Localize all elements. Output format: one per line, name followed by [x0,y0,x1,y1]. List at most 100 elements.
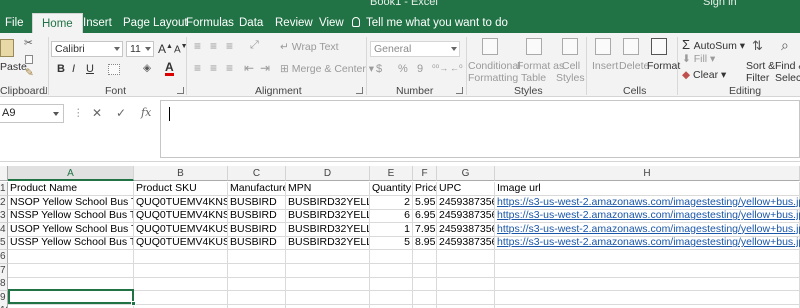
delete-cells-button[interactable]: Delete [619,60,649,72]
decrease-indent-icon[interactable]: ⇤ [244,61,254,75]
paste-button[interactable]: Paste [0,61,27,73]
column-title-cell[interactable]: UPC [437,182,495,196]
tab-file[interactable]: File [5,13,24,33]
data-cell[interactable]: https://s3-us-west-2.amazonaws.com/image… [495,222,800,237]
empty-cell[interactable] [228,304,286,308]
align-left-icon[interactable]: ≡ [194,61,201,75]
empty-cell[interactable] [134,277,228,292]
empty-cell[interactable] [437,250,495,264]
empty-cell[interactable] [134,250,228,264]
column-title-cell[interactable]: Product SKU [134,182,228,196]
find-select-button[interactable]: Find &Select [775,60,800,84]
format-as-table-icon[interactable] [526,38,542,55]
empty-cell[interactable] [370,250,413,264]
underline-button[interactable]: U [86,63,94,75]
find-select-icon[interactable]: ⌕ [781,37,789,54]
insert-cells-icon[interactable] [595,38,611,55]
empty-cell[interactable] [370,290,413,305]
autosum-button[interactable]: Σ AutoSum ▾ [682,37,745,52]
tab-formulas[interactable]: Formulas [186,13,234,33]
percent-button[interactable]: % [398,63,408,75]
column-header-f[interactable]: F [413,166,437,181]
formula-input[interactable] [160,100,800,158]
tab-data[interactable]: Data [239,13,263,33]
data-cell[interactable]: BUSBIRD32YELLOW [286,209,370,224]
wrap-text-button[interactable]: ↵ Wrap Text [280,41,339,53]
column-header-d[interactable]: D [286,166,370,181]
conditional-formatting-icon[interactable] [482,38,498,55]
tab-page-layout[interactable]: Page Layout [123,13,188,33]
number-launcher-icon[interactable] [456,87,463,94]
sort-filter-button[interactable]: Sort & Filter [746,60,775,84]
column-header-e[interactable]: E [370,166,413,181]
currency-button[interactable]: $ [376,63,382,75]
empty-cell[interactable] [413,277,437,292]
empty-cell[interactable] [437,304,495,308]
row-header-2[interactable]: 2 [0,195,8,210]
empty-cell[interactable] [413,304,437,308]
orientation-icon[interactable]: ⤢ [250,39,259,52]
data-cell[interactable]: USSP Yellow School Bus Toy [8,236,134,251]
cancel-formula-icon[interactable]: ✕ [92,106,102,120]
data-cell[interactable]: BUSBIRD32YELLOW [286,222,370,237]
data-cell[interactable]: BUSBIRD [228,209,286,224]
data-cell[interactable]: 24593873561 [437,209,495,224]
empty-cell[interactable] [286,290,370,305]
sort-filter-icon[interactable]: ⇅ [752,38,763,54]
format-cells-button[interactable]: Format [647,60,680,72]
clear-button[interactable]: ◆ Clear ▾ [682,69,726,81]
empty-cell[interactable] [286,263,370,278]
format-painter-icon[interactable]: ✎ [25,67,34,79]
fill-handle[interactable] [131,301,136,306]
empty-cell[interactable] [495,304,800,308]
merge-center-button[interactable]: ⊞ Merge & Center ▾ [280,63,374,75]
data-cell[interactable]: BUSBIRD32YELLOW [286,236,370,251]
column-title-cell[interactable]: Price [413,182,437,196]
middle-align-icon[interactable]: ≡ [210,39,217,53]
tab-insert[interactable]: Insert [83,13,112,33]
data-cell[interactable]: 5.95 [413,195,437,210]
align-right-icon[interactable]: ≡ [226,61,233,75]
empty-cell[interactable] [437,263,495,278]
font-launcher-icon[interactable] [177,87,184,94]
increase-decimal-icon[interactable]: ⁰⁰→ [432,63,448,74]
fill-button[interactable]: ⬇ Fill ▾ [682,53,715,65]
row-header-4[interactable]: 4 [0,222,8,237]
row-header-5[interactable]: 5 [0,236,8,251]
increase-indent-icon[interactable]: ⇥ [260,61,270,75]
paste-icon[interactable] [0,39,14,57]
data-cell[interactable]: 6 [370,209,413,224]
bottom-align-icon[interactable]: ≡ [226,39,233,53]
data-cell[interactable]: USOP Yellow School Bus Toy [8,222,134,237]
data-cell[interactable]: QUQ0TUEMV4KUSOP [134,222,228,237]
tell-me-search[interactable]: Tell me what you want to do [352,13,508,33]
row-header-3[interactable]: 3 [0,209,8,224]
data-cell[interactable]: QUQ0TUEMV4KUSSP [134,236,228,251]
data-cell[interactable]: BUSBIRD32YELLOW [286,195,370,210]
conditional-formatting-button[interactable]: Conditional Formatting [468,60,521,84]
column-title-cell[interactable]: Product Name [8,182,134,196]
row-header-8[interactable]: 8 [0,277,8,292]
empty-cell[interactable] [134,263,228,278]
empty-cell[interactable] [286,250,370,264]
column-header-a[interactable]: A [8,166,134,181]
column-header-h[interactable]: H [495,166,800,181]
empty-cell[interactable] [413,290,437,305]
delete-cells-icon[interactable] [623,38,639,55]
data-cell[interactable]: BUSBIRD [228,195,286,210]
data-cell[interactable]: 2 [370,195,413,210]
format-cells-icon[interactable] [651,38,667,55]
row-header-6[interactable]: 6 [0,250,8,264]
data-cell[interactable]: 24593873561 [437,195,495,210]
data-cell[interactable]: BUSBIRD [228,236,286,251]
empty-cell[interactable] [370,263,413,278]
data-cell[interactable]: 6.95 [413,209,437,224]
enter-formula-icon[interactable]: ✓ [116,106,126,120]
tab-review[interactable]: Review [275,13,313,33]
bold-button[interactable]: B [57,63,65,75]
cell-styles-button[interactable]: Cell Styles [556,60,585,84]
row-header-1[interactable]: 1 [0,182,8,196]
empty-cell[interactable] [437,277,495,292]
column-header-g[interactable]: G [437,166,495,181]
font-color-button[interactable]: A [165,61,174,76]
